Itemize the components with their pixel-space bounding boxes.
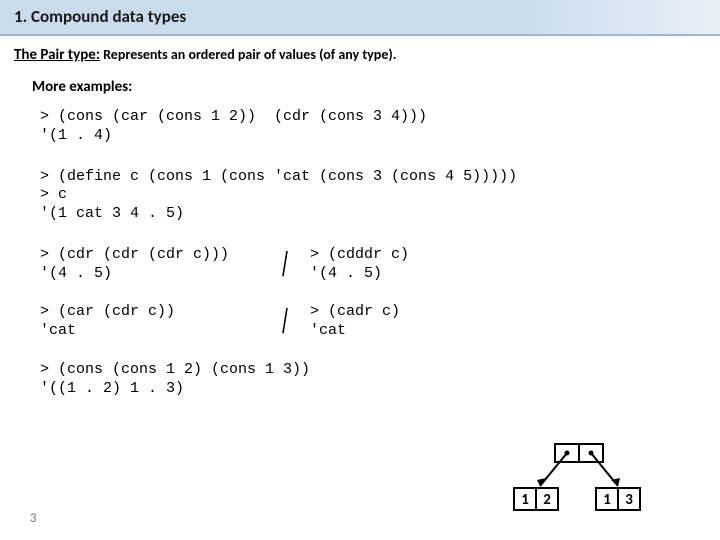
slash-divider-icon: / — [270, 248, 300, 282]
cons-diagram-svg: 1 2 1 3 — [500, 442, 660, 518]
diagram-cell-4: 3 — [625, 491, 633, 509]
code-block-5: > (cons (cons 1 2) (cons 1 3)) '((1 . 2)… — [40, 361, 702, 399]
slide-title: 1. Compound data types — [0, 0, 720, 36]
slash-divider-icon: / — [270, 305, 300, 339]
row1-left-code: > (cdr (cdr (cdr c))) '(4 . 5) — [40, 246, 260, 284]
diagram-cell-2: 2 — [543, 491, 551, 509]
diagram-cell-1: 1 — [521, 491, 529, 509]
row2-left-code: > (car (cdr c)) 'cat — [40, 303, 260, 341]
example-row-2: > (car (cdr c)) 'cat / > (cadr c) 'cat — [40, 303, 702, 341]
row2-right-code: > (cadr c) 'cat — [310, 303, 400, 341]
example-row-1: > (cdr (cdr (cdr c))) '(4 . 5) / > (cddd… — [40, 246, 702, 284]
cons-cell-diagram: 1 2 1 3 — [500, 442, 660, 518]
code-block-1: > (cons (car (cons 1 2)) (cdr (cons 3 4)… — [40, 108, 702, 146]
more-examples-label: More examples: — [32, 78, 702, 96]
slide: 1. Compound data types The Pair type: Re… — [0, 0, 720, 540]
pair-type-line: The Pair type: Represents an ordered pai… — [14, 46, 702, 64]
page-number: 3 — [30, 511, 37, 526]
code-area: > (cons (car (cons 1 2)) (cdr (cons 3 4)… — [40, 108, 702, 398]
code-block-2: > (define c (cons 1 (cons 'cat (cons 3 (… — [40, 168, 702, 224]
pair-type-desc: Represents an ordered pair of values (of… — [100, 46, 397, 63]
slide-body: The Pair type: Represents an ordered pai… — [0, 36, 720, 398]
pair-type-lead: The Pair type: — [14, 46, 100, 64]
row1-right-code: > (cdddr c) '(4 . 5) — [310, 246, 409, 284]
diagram-cell-3: 1 — [603, 491, 611, 509]
